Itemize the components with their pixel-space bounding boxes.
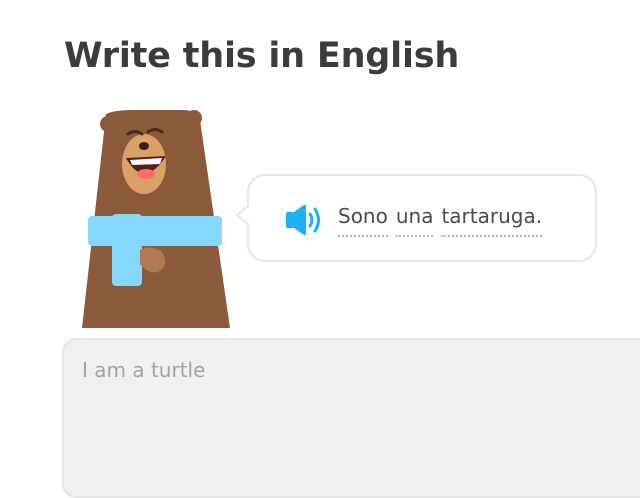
speech-bubble-tail: [236, 204, 254, 226]
bear-character-icon: [82, 110, 230, 328]
prompt-word-tartaruga[interactable]: tartaruga.: [441, 203, 543, 237]
prompt-word-una[interactable]: una: [395, 203, 434, 237]
page-title: Write this in English: [64, 36, 460, 76]
answer-input[interactable]: [62, 338, 640, 498]
speaker-icon[interactable]: [284, 203, 324, 237]
prompt-sentence: Sono una tartaruga.: [338, 203, 543, 237]
prompt-word-sono[interactable]: Sono: [338, 203, 388, 237]
